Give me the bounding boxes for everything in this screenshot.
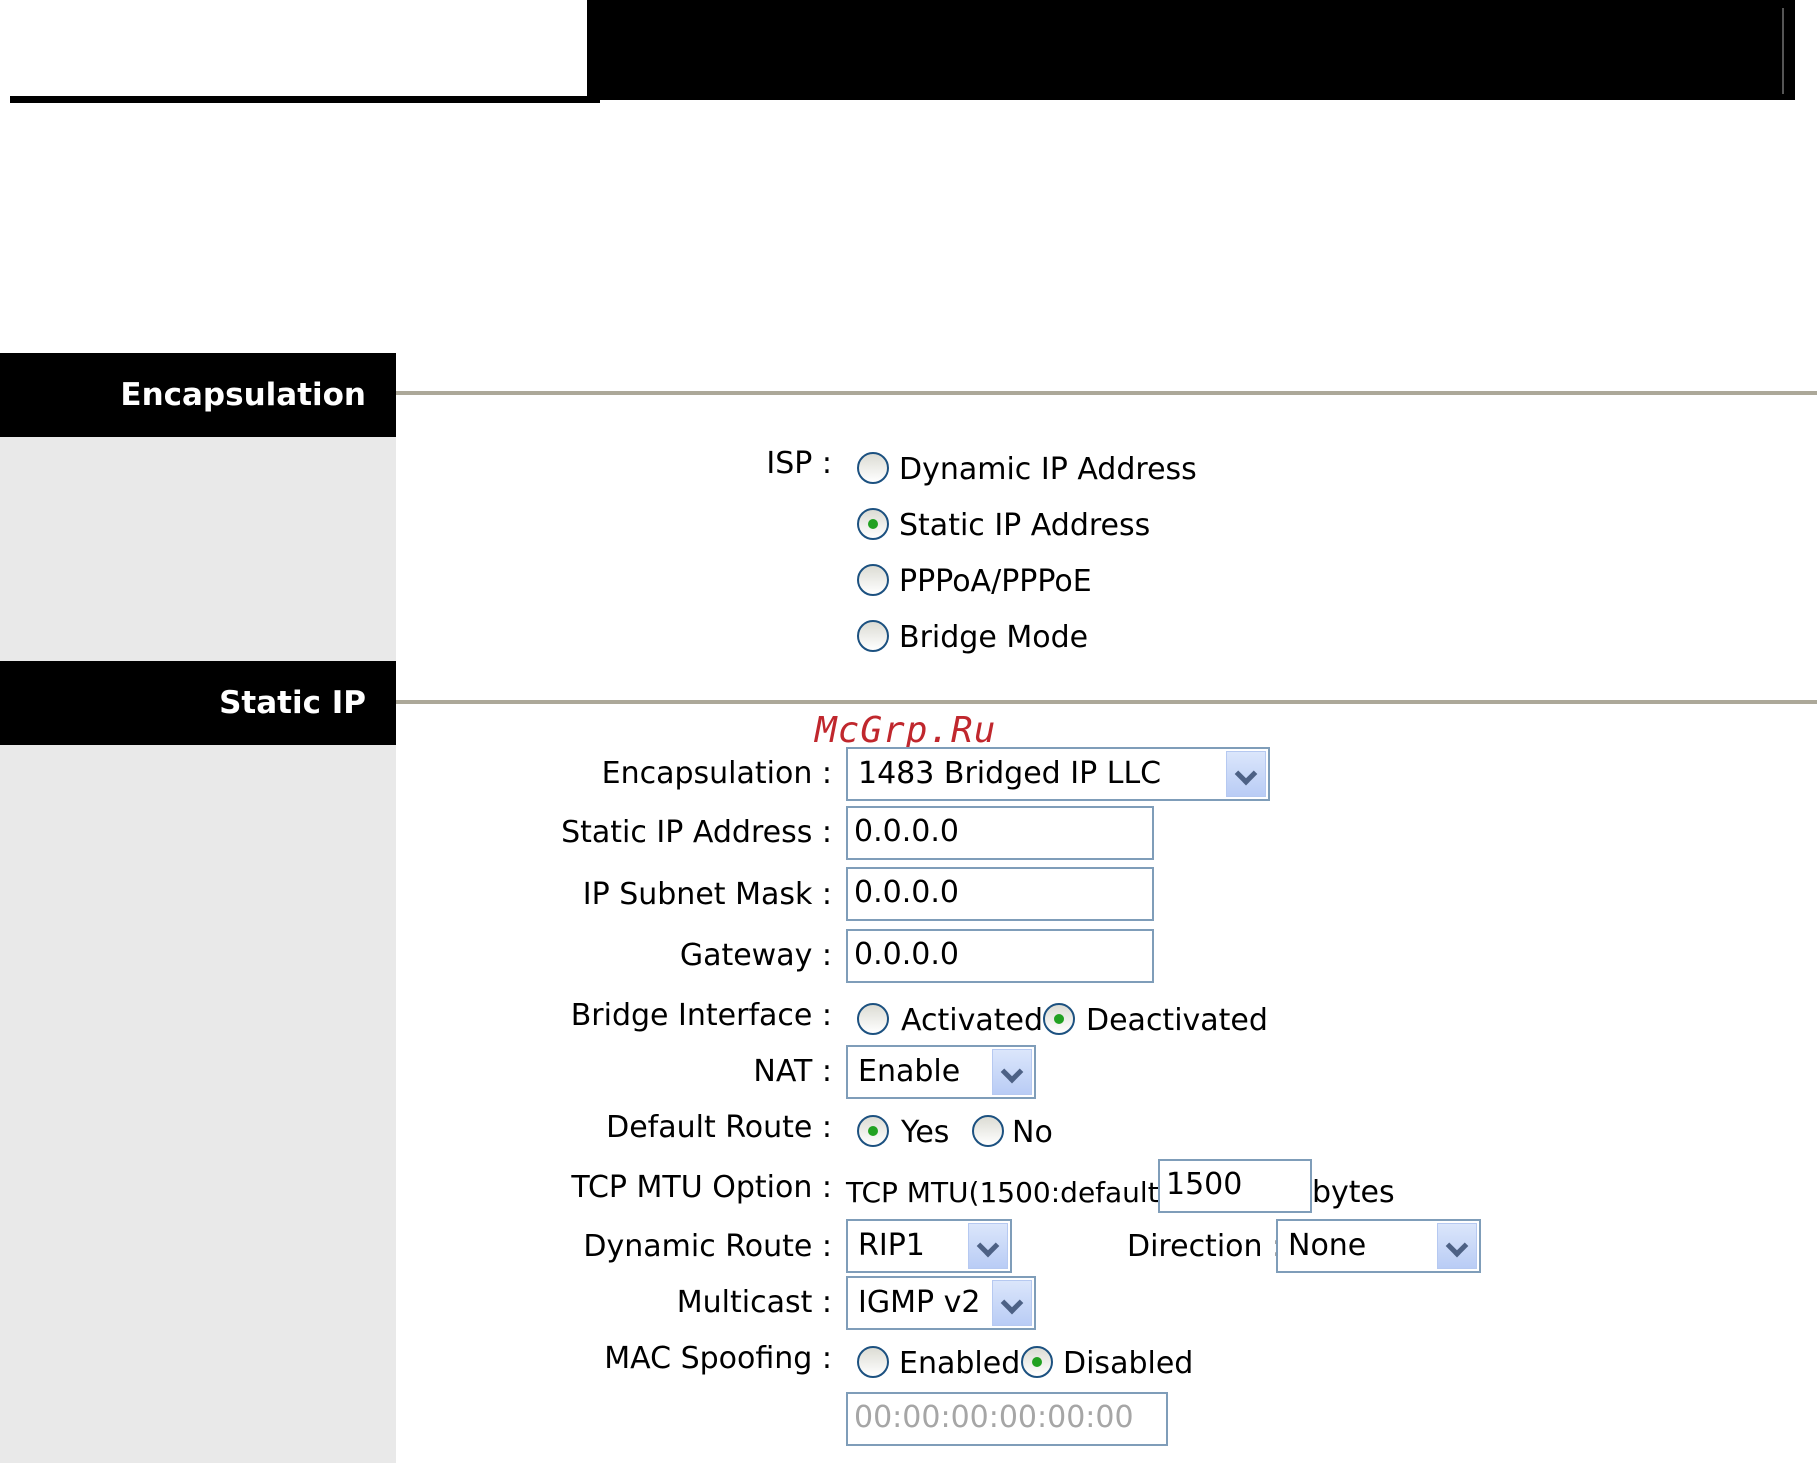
mac-spoofing-label: MAC Spoofing : [604,1341,832,1376]
gateway-input[interactable]: 0.0.0.0 [846,929,1154,983]
encapsulation-select[interactable]: 1483 Bridged IP LLC [846,747,1270,801]
section-static-ip: Static IP [0,661,396,745]
tcp-mtu-unit: bytes [1312,1175,1395,1210]
chevron-down-icon [1437,1223,1477,1269]
mac-spoofing-option-label: Disabled [1063,1346,1194,1381]
direction-select[interactable]: None [1276,1219,1481,1273]
section-divider [396,700,1817,704]
nat-label: NAT : [753,1054,832,1089]
direction-value: None [1288,1228,1367,1263]
default-route-label: Default Route : [606,1110,832,1145]
mac-spoofing-radio-disabled[interactable] [1021,1346,1053,1378]
nat-select[interactable]: Enable [846,1045,1036,1099]
mac-spoofing-option-label: Enabled [899,1346,1021,1381]
section-encapsulation: Encapsulation [0,353,396,437]
nat-value: Enable [858,1054,961,1089]
header-edge [1782,8,1784,94]
chevron-down-icon [968,1223,1008,1269]
multicast-value: IGMP v2 [858,1285,981,1320]
chevron-down-icon [1226,751,1266,797]
bridge-interface-label: Bridge Interface : [570,998,832,1033]
mac-spoofing-radio-enabled[interactable] [857,1346,889,1378]
encapsulation-value: 1483 Bridged IP LLC [858,756,1162,791]
mac-address-input[interactable]: 00:00:00:00:00:00 [846,1392,1168,1446]
direction-label: Direction : [1127,1229,1283,1264]
dynamic-route-label: Dynamic Route : [583,1229,832,1264]
bridge-interface-option-label: Deactivated [1086,1003,1268,1038]
isp-option-label: Static IP Address [899,508,1151,543]
default-route-option-label: Yes [901,1115,950,1150]
chevron-down-icon [992,1280,1032,1326]
isp-radio-static[interactable] [857,508,889,540]
left-panel [0,356,396,1463]
isp-option-label: Bridge Mode [899,620,1089,655]
ip-subnet-mask-input[interactable]: 0.0.0.0 [846,867,1154,921]
isp-option-label: PPPoA/PPPoE [899,564,1092,599]
tcp-mtu-prefix: TCP MTU(1500:default) [846,1176,1170,1209]
section-divider [396,391,1817,395]
tcp-mtu-input[interactable]: 1500 [1158,1159,1312,1213]
dynamic-route-select[interactable]: RIP1 [846,1219,1012,1273]
bridge-interface-radio-deactivated[interactable] [1043,1003,1075,1035]
isp-option-label: Dynamic IP Address [899,452,1197,487]
dynamic-route-value: RIP1 [858,1228,925,1263]
isp-radio-bridge[interactable] [857,620,889,652]
isp-radio-dynamic[interactable] [857,452,889,484]
default-route-radio-yes[interactable] [857,1115,889,1147]
watermark: McGrp.Ru [815,710,997,751]
bridge-interface-option-label: Activated [901,1003,1043,1038]
chevron-down-icon [992,1049,1032,1095]
ip-subnet-mask-label: IP Subnet Mask : [582,877,832,912]
encapsulation-label: Encapsulation : [601,756,832,791]
header-rule [10,96,600,103]
isp-radio-pppoa[interactable] [857,564,889,596]
tcp-mtu-label: TCP MTU Option : [571,1170,832,1205]
default-route-radio-no[interactable] [972,1115,1004,1147]
bridge-interface-radio-activated[interactable] [857,1003,889,1035]
default-route-option-label: No [1012,1115,1053,1150]
gateway-label: Gateway : [679,938,832,973]
multicast-select[interactable]: IGMP v2 [846,1276,1036,1330]
isp-label: ISP : [766,446,832,481]
multicast-label: Multicast : [676,1285,832,1320]
static-ip-address-label: Static IP Address : [561,815,832,850]
static-ip-address-input[interactable]: 0.0.0.0 [846,806,1154,860]
header-bar [587,0,1795,100]
